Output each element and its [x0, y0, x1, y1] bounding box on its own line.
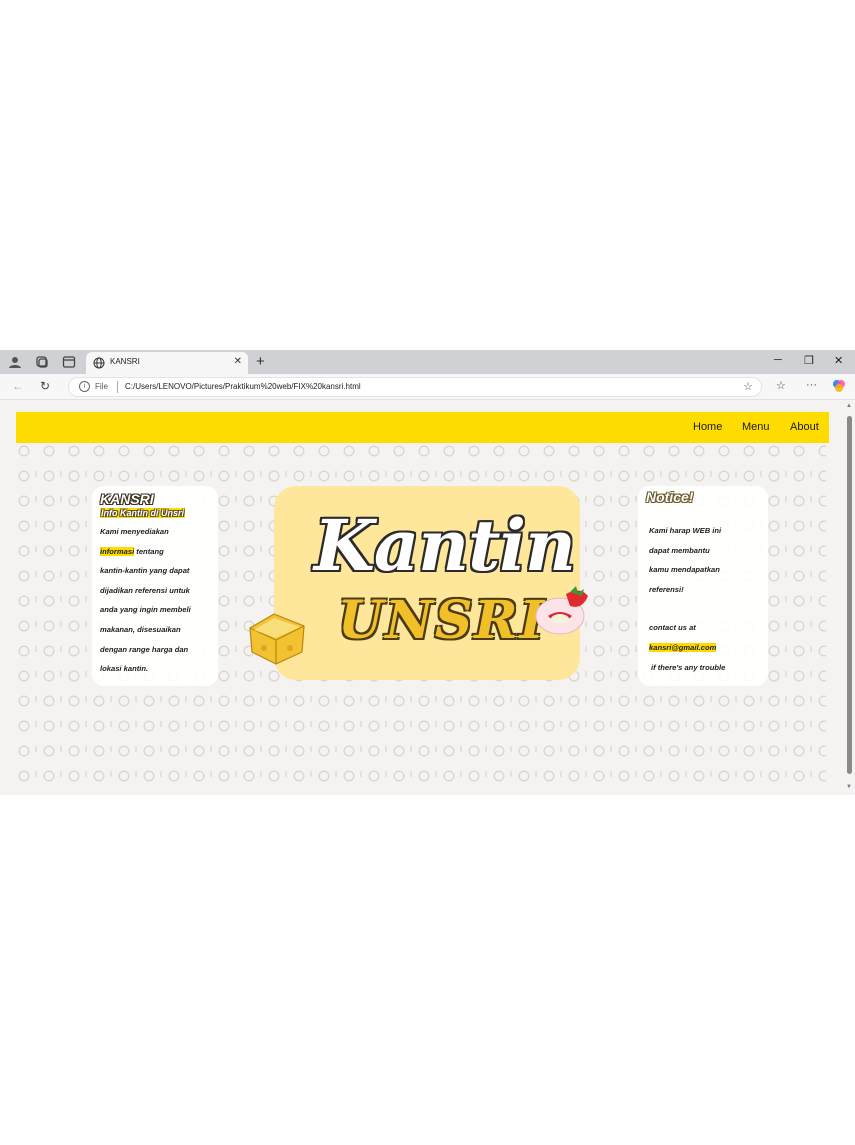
- info-icon[interactable]: i: [79, 381, 90, 392]
- scroll-thumb[interactable]: [847, 416, 852, 774]
- toast-bread-image: [249, 613, 305, 665]
- top-navbar: Home Menu About: [16, 412, 829, 443]
- info-line: dijadikan referensi untuk: [100, 585, 190, 595]
- scroll-up-icon[interactable]: ▲: [846, 403, 852, 409]
- info-line: makanan, disesuaikan: [100, 624, 181, 634]
- scroll-down-icon[interactable]: ▼: [846, 784, 852, 790]
- info-line-rest: tentang: [134, 546, 164, 556]
- info-line: dengan range harga dan: [100, 644, 189, 654]
- page-viewport: Home Menu About KANSRI Info Kantin di Un…: [0, 400, 855, 795]
- reload-icon[interactable]: ↻: [40, 379, 50, 393]
- contact-label: contact us at: [649, 623, 696, 633]
- favorite-star-icon[interactable]: ☆: [743, 380, 753, 393]
- info-line: kantin-kantin yang dapat: [100, 566, 190, 576]
- browser-window: KANSRI ✕ + ─ ❐ ✕ ← ↻ i File C:/Users/LEN…: [0, 350, 855, 795]
- trouble-note: if there's any trouble: [651, 662, 726, 672]
- contact-email-line: kansri@gmail.com: [649, 638, 725, 658]
- close-window-icon[interactable]: ✕: [834, 354, 843, 367]
- more-options-icon[interactable]: ···: [806, 379, 817, 391]
- vertical-scrollbar[interactable]: ▲ ▼: [843, 400, 855, 795]
- strawberry-mochi-image: [535, 586, 588, 635]
- url-text[interactable]: C:/Users/LENOVO/Pictures/Praktikum%20web…: [125, 382, 361, 391]
- globe-icon: [93, 357, 105, 369]
- info-text: Kami menyediakan informasi tentang kanti…: [100, 522, 191, 679]
- tab-title: KANSRI: [110, 357, 140, 366]
- workspaces-icon[interactable]: [35, 355, 49, 369]
- notice-line: dapat membantu: [649, 545, 710, 555]
- nav-home-link[interactable]: Home: [693, 421, 722, 433]
- highlight-word: informasi: [100, 546, 135, 556]
- new-tab-icon[interactable]: +: [256, 353, 265, 370]
- notice-line: referensi!: [649, 584, 684, 594]
- brand-subtitle: Info Kantin di Unsri: [100, 508, 185, 518]
- back-icon[interactable]: ←: [12, 379, 24, 393]
- tab-kansri[interactable]: KANSRI ✕: [86, 352, 248, 374]
- info-line: Kami menyediakan: [100, 527, 169, 536]
- favorites-icon[interactable]: ☆: [776, 379, 786, 392]
- minimize-icon[interactable]: ─: [774, 354, 782, 366]
- notice-line: kamu mendapatkan: [649, 565, 720, 575]
- tab-actions-icon[interactable]: [62, 355, 76, 369]
- profile-icon[interactable]: [8, 355, 22, 369]
- info-card: KANSRI Info Kantin di Unsri Kami menyedi…: [92, 486, 218, 686]
- notice-card: Notice! Kami harap WEB ini dapat membant…: [638, 486, 768, 686]
- close-tab-icon[interactable]: ✕: [234, 356, 242, 367]
- nav-about-link[interactable]: About: [790, 421, 819, 433]
- url-divider: [117, 381, 118, 393]
- brand-title: KANSRI: [100, 491, 154, 507]
- url-scheme: File: [95, 382, 108, 391]
- info-line: informasi tentang: [100, 542, 191, 562]
- tab-strip: KANSRI ✕ + ─ ❐ ✕: [0, 350, 855, 374]
- url-box[interactable]: i File C:/Users/LENOVO/Pictures/Praktiku…: [68, 377, 762, 397]
- info-line: anda yang ingin membeli: [100, 605, 191, 615]
- hero-subtitle: UNSRI: [338, 590, 546, 651]
- nav-menu-link[interactable]: Menu: [742, 421, 770, 433]
- contact-email[interactable]: kansri@gmail.com: [649, 642, 717, 652]
- notice-spacer: [649, 599, 725, 618]
- hero-title: Kantin: [314, 504, 576, 587]
- restore-icon[interactable]: ❐: [804, 354, 814, 367]
- address-bar: ← ↻ i File C:/Users/LENOVO/Pictures/Prak…: [0, 374, 855, 400]
- copilot-icon[interactable]: [832, 379, 846, 393]
- info-line: lokasi kantin.: [100, 664, 149, 674]
- notice-text: Kami harap WEB ini dapat membantu kamu m…: [649, 521, 725, 677]
- notice-line: Kami harap WEB ini: [649, 526, 722, 535]
- notice-heading: Notice!: [646, 489, 694, 505]
